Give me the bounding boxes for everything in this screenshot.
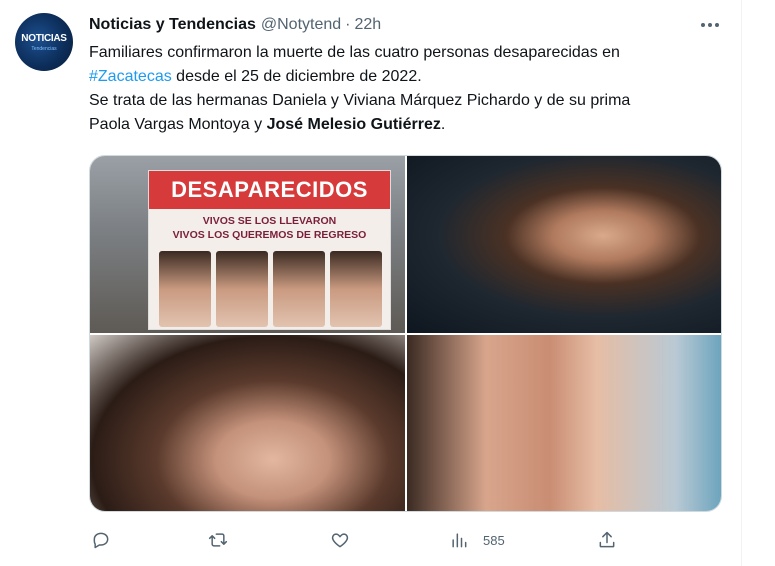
tweet-text-segment: . [440,116,446,133]
author-name[interactable]: Noticias y Tendencias [89,16,256,34]
tweet-text-line: Se trata de las hermanas Daniela y Vivia… [89,92,631,109]
media-grid: DESAPARECIDOS VIVOS SE LOS LLEVARON VIVO… [89,155,722,512]
avatar-logo-text: NOTICIAS [21,33,67,44]
media-photo-protest[interactable]: DESAPARECIDOS VIVOS SE LOS LLEVARON VIVO… [90,156,405,333]
analytics-icon [452,533,467,548]
column-border [741,0,742,566]
tweet-actions: 585 [89,526,629,554]
hashtag-link[interactable]: #Zacatecas [89,68,172,85]
banner-photo [159,251,211,327]
banner-title: DESAPARECIDOS [149,171,390,209]
retweet-icon [208,533,228,547]
tweet-time[interactable]: 22h [354,16,381,34]
tweet-text-bold: José Melesio Gutiérrez [266,116,441,133]
views-count: 585 [483,532,505,548]
retweet-button[interactable] [208,526,242,554]
more-options-button[interactable] [697,13,723,37]
tweet-text-segment: desde el 25 de diciembre de 2022. [171,68,422,85]
tweet-text-line: #Zacatecas desde el 25 de diciembre de 2… [89,65,739,89]
views-button[interactable]: 585 [449,526,505,554]
banner-photo [330,251,382,327]
author-handle[interactable]: @Notytend [261,16,341,34]
reply-icon [93,532,109,549]
media-photo-portrait-1[interactable] [407,156,721,333]
tweet-text-segment: Paola Vargas Montoya y [89,116,267,133]
tweet-header: Noticias y Tendencias @Notytend · 22h [89,14,381,36]
banner-photo [216,251,268,327]
share-icon [599,531,615,548]
like-button[interactable] [330,526,364,554]
heart-icon [331,533,349,548]
tweet-text-line: Familiares confirmaron la muerte de las … [89,44,620,61]
more-horizontal-icon [701,23,705,27]
banner-line-1: VIVOS SE LOS LLEVARON [202,215,337,227]
header-separator: · [345,16,351,33]
tweet-text: Familiares confirmaron la muerte de las … [89,41,739,137]
avatar-logo-subtext: Tendencias [31,46,57,52]
reply-button[interactable] [91,526,125,554]
share-button[interactable] [597,526,617,554]
media-photo-couple[interactable] [407,335,721,511]
tweet-text-line: Paola Vargas Montoya y José Melesio Guti… [89,113,739,137]
avatar[interactable]: NOTICIAS Tendencias [15,13,73,71]
banner-line-2: VIVOS LOS QUEREMOS DE REGRESO [172,229,367,241]
media-photo-portrait-2[interactable] [90,335,405,511]
banner-photo [273,251,325,327]
banner-photos [159,251,382,327]
protest-banner: DESAPARECIDOS VIVOS SE LOS LLEVARON VIVO… [148,170,391,330]
